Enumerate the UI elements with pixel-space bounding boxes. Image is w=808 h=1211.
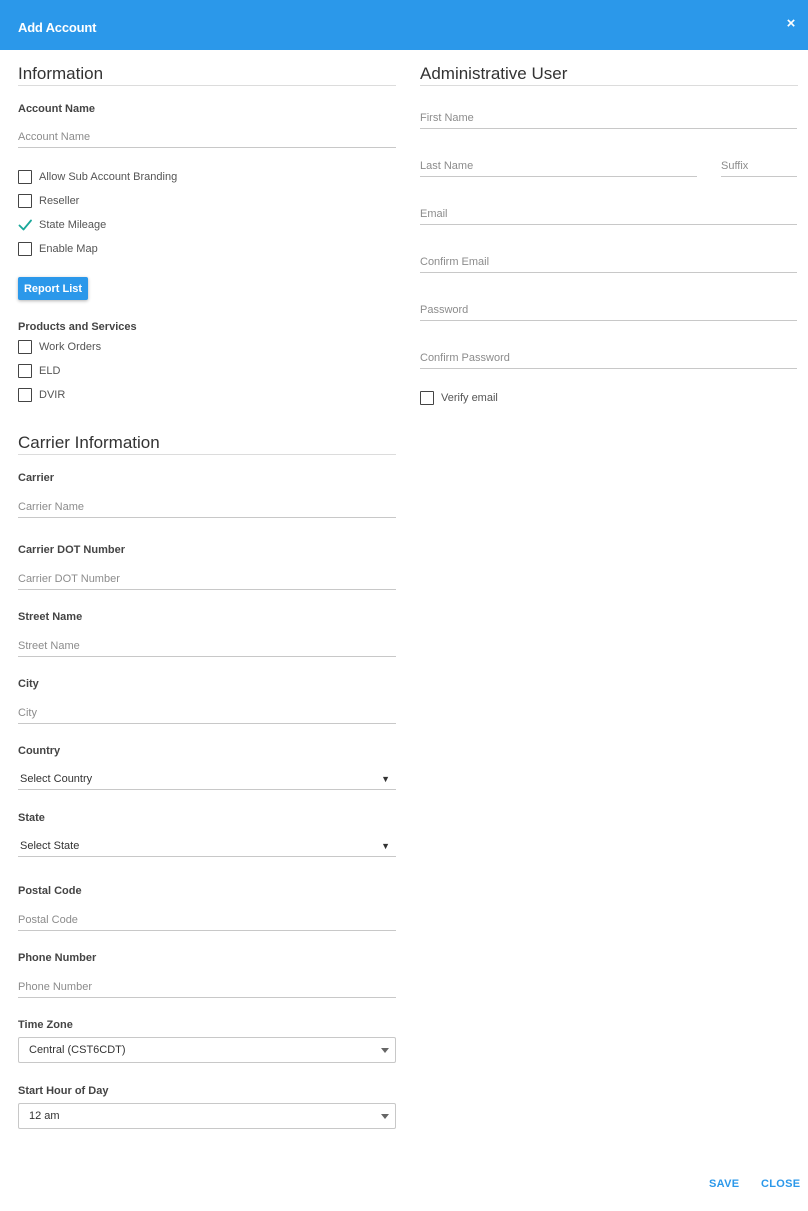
first-name-input[interactable] bbox=[420, 107, 797, 129]
checkbox-allow-sub-account-branding[interactable]: Allow Sub Account Branding bbox=[18, 169, 177, 185]
postal-code-input[interactable] bbox=[18, 909, 396, 931]
checkbox-reseller[interactable]: Reseller bbox=[18, 193, 79, 209]
carrier-info-divider bbox=[18, 454, 396, 455]
time-zone-select[interactable]: Central (CST6CDT) bbox=[18, 1037, 396, 1063]
checkbox-label: Verify email bbox=[441, 392, 498, 404]
checkmark-icon[interactable] bbox=[18, 218, 32, 232]
country-select-value: Select Country bbox=[20, 772, 93, 785]
checkbox-work-orders[interactable]: Work Orders bbox=[18, 339, 101, 355]
dropdown-arrow-icon: ▼ bbox=[381, 840, 390, 851]
checkbox-box[interactable] bbox=[18, 340, 32, 354]
checkbox-label: Allow Sub Account Branding bbox=[39, 171, 178, 183]
checkbox-enable-map[interactable]: Enable Map bbox=[18, 241, 98, 257]
checkbox-state-mileage[interactable]: State Mileage bbox=[18, 217, 106, 233]
country-label: Country bbox=[18, 745, 61, 757]
account-name-label: Account Name bbox=[18, 103, 96, 115]
street-name-label: Street Name bbox=[18, 611, 83, 623]
last-name-input[interactable] bbox=[420, 155, 697, 177]
time-zone-value: Central (CST6CDT) bbox=[29, 1044, 126, 1056]
dialog-title: Add Account bbox=[18, 20, 97, 35]
checkbox-label: Reseller bbox=[39, 195, 80, 207]
carrier-dot-input[interactable] bbox=[18, 568, 396, 590]
carrier-dot-label: Carrier DOT Number bbox=[18, 544, 125, 556]
admin-user-title: Administrative User bbox=[420, 64, 568, 83]
email-input[interactable] bbox=[420, 203, 797, 225]
checkbox-box[interactable] bbox=[18, 242, 32, 256]
postal-code-label: Postal Code bbox=[18, 885, 82, 897]
state-select[interactable]: Select State ▼ bbox=[18, 835, 396, 857]
checkbox-label: ELD bbox=[39, 365, 61, 377]
checkbox-label: DVIR bbox=[39, 389, 66, 401]
checkbox-box[interactable] bbox=[420, 391, 434, 405]
start-hour-select[interactable]: 12 am bbox=[18, 1103, 396, 1129]
checkbox-box[interactable] bbox=[18, 388, 32, 402]
checkbox-eld[interactable]: ELD bbox=[18, 363, 60, 379]
password-input[interactable] bbox=[420, 299, 797, 321]
state-label: State bbox=[18, 812, 45, 824]
confirm-password-input[interactable] bbox=[420, 347, 797, 369]
carrier-name-input[interactable] bbox=[18, 496, 396, 518]
phone-number-input[interactable] bbox=[18, 976, 396, 998]
confirm-email-input[interactable] bbox=[420, 251, 797, 273]
admin-user-divider bbox=[420, 85, 798, 86]
dialog-header: Add Account × bbox=[0, 0, 808, 50]
checkbox-verify-email[interactable]: Verify email bbox=[420, 390, 498, 406]
close-button[interactable]: CLOSE bbox=[761, 1178, 800, 1190]
save-button[interactable]: SAVE bbox=[709, 1178, 739, 1190]
checkbox-label: Enable Map bbox=[39, 243, 98, 255]
checkbox-box[interactable] bbox=[18, 170, 32, 184]
checkbox-label: Work Orders bbox=[39, 341, 102, 353]
checkbox-box[interactable] bbox=[18, 194, 32, 208]
dropdown-arrow-icon bbox=[381, 1047, 389, 1053]
checkbox-dvir[interactable]: DVIR bbox=[18, 387, 65, 403]
suffix-input[interactable] bbox=[721, 155, 797, 177]
account-name-input[interactable] bbox=[18, 126, 396, 148]
city-label: City bbox=[18, 678, 39, 690]
carrier-label: Carrier bbox=[18, 472, 55, 484]
start-hour-label: Start Hour of Day bbox=[18, 1085, 109, 1097]
street-name-input[interactable] bbox=[18, 635, 396, 657]
products-services-label: Products and Services bbox=[18, 321, 137, 333]
dropdown-arrow-icon: ▼ bbox=[381, 773, 390, 784]
state-select-value: Select State bbox=[20, 839, 80, 852]
close-icon[interactable]: × bbox=[784, 16, 798, 31]
information-title: Information bbox=[18, 64, 104, 83]
city-input[interactable] bbox=[18, 702, 396, 724]
information-divider bbox=[18, 85, 396, 86]
phone-number-label: Phone Number bbox=[18, 952, 97, 964]
checkbox-label: State Mileage bbox=[39, 219, 107, 231]
report-list-button[interactable]: Report List bbox=[18, 277, 88, 300]
time-zone-label: Time Zone bbox=[18, 1019, 73, 1031]
dropdown-arrow-icon bbox=[381, 1113, 389, 1119]
carrier-info-title: Carrier Information bbox=[18, 433, 160, 452]
start-hour-value: 12 am bbox=[29, 1110, 60, 1122]
country-select[interactable]: Select Country ▼ bbox=[18, 768, 396, 790]
checkbox-box[interactable] bbox=[18, 364, 32, 378]
